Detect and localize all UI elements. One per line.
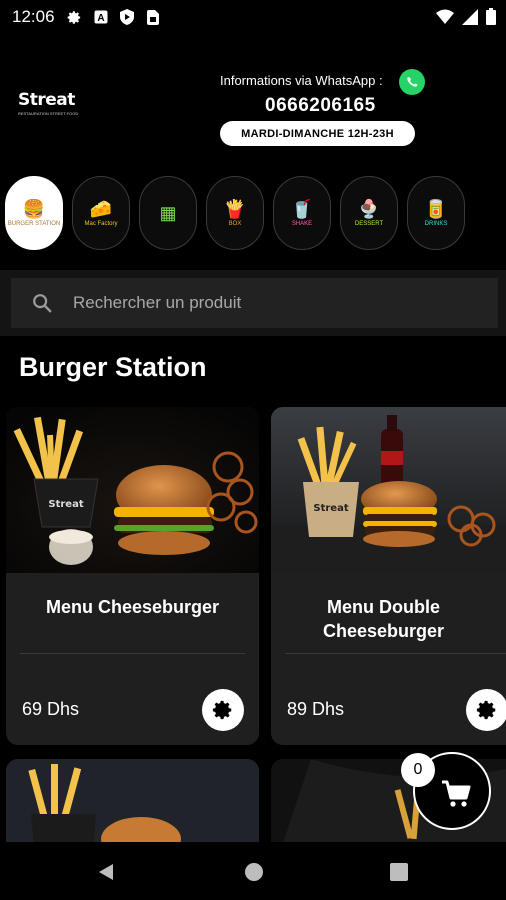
opening-hours-badge: MARDI-DIMANCHE 12H-23H: [220, 121, 415, 146]
burger-station-icon: 🍔: [22, 198, 46, 219]
a-notification-icon: A: [93, 9, 109, 25]
product-price: 89 Dhs: [287, 699, 345, 719]
fries-box-icon: 🍟: [223, 198, 247, 219]
category-carousel[interactable]: 🍔 BURGER STATION 🧀 Mac Factory ▦ 🍟 BOX 🥤…: [5, 176, 465, 251]
nachos-icon: ▦: [159, 203, 177, 223]
whatsapp-label: Informations via WhatsApp :: [220, 73, 383, 88]
milkshake-icon: 🥤: [290, 198, 314, 219]
back-icon[interactable]: [96, 862, 116, 882]
product-options-button[interactable]: [202, 689, 244, 731]
category-nachos[interactable]: ▦: [139, 176, 197, 250]
recents-icon[interactable]: [390, 863, 408, 881]
logo-subtitle: RESTAURATION STREET FOOD: [18, 111, 79, 116]
card-divider: [285, 653, 506, 654]
category-caption: BOX: [228, 220, 242, 227]
sim-card-icon: [145, 9, 161, 25]
product-photo: Streat: [6, 407, 259, 573]
svg-text:A: A: [97, 13, 104, 24]
status-icons-right: [436, 8, 496, 30]
card-divider: [20, 653, 245, 654]
category-box[interactable]: 🍟 BOX: [206, 176, 264, 250]
category-burger-station[interactable]: 🍔 BURGER STATION: [5, 176, 63, 250]
status-bar: 12:06 A: [0, 0, 506, 34]
category-shake[interactable]: 🥤 SHAKE: [273, 176, 331, 250]
cellular-signal-icon: [462, 8, 478, 30]
dessert-cup-icon: 🍨: [357, 198, 381, 219]
brand-logo[interactable]: Streat RESTAURATION STREET FOOD: [18, 90, 100, 124]
product-options-button[interactable]: [466, 689, 506, 731]
phone-number[interactable]: 0666206165: [265, 95, 376, 117]
status-time: 12:06: [12, 7, 55, 26]
search-input[interactable]: [71, 292, 475, 314]
product-card[interactable]: Streat Menu Double Cheeseburger 89 Dhs: [271, 407, 506, 745]
gear-icon: [476, 699, 498, 721]
product-photo: Streat: [271, 407, 506, 573]
product-card[interactable]: Streat Menu Cheeseburger 69 Dhs: [6, 407, 259, 745]
gear-icon: [212, 699, 234, 721]
category-drinks[interactable]: 🥫 DRINKS: [407, 176, 465, 250]
category-dessert[interactable]: 🍨 DESSERT: [340, 176, 398, 250]
category-caption: Mac Factory: [84, 220, 118, 227]
cart-count-badge: 0: [401, 753, 435, 787]
section-title: Burger Station: [19, 352, 207, 382]
category-caption: BURGER STATION: [7, 220, 61, 227]
logo-text: Streat: [18, 90, 75, 110]
category-caption: SHAKE: [291, 220, 313, 227]
search-bar[interactable]: [11, 278, 498, 328]
drink-can-icon: 🥫: [424, 198, 448, 219]
category-caption: DESSERT: [354, 220, 384, 227]
svg-text:Streat: Streat: [313, 503, 348, 514]
mac-factory-icon: 🧀: [89, 198, 113, 219]
whatsapp-icon[interactable]: [399, 69, 425, 95]
category-mac-factory[interactable]: 🧀 Mac Factory: [72, 176, 130, 250]
home-icon[interactable]: [244, 862, 264, 882]
header: Streat RESTAURATION STREET FOOD Informat…: [0, 60, 506, 160]
system-navigation-bar: [0, 842, 506, 900]
product-name: Menu Double Cheeseburger: [322, 597, 445, 641]
category-caption: DRINKS: [424, 220, 448, 227]
svg-text:Streat: Streat: [48, 499, 83, 510]
shopping-cart-icon: [440, 779, 472, 809]
battery-icon: [486, 8, 496, 30]
gear-icon: [67, 9, 83, 25]
product-name: Menu Cheeseburger: [45, 597, 220, 617]
shield-play-icon: [119, 9, 135, 25]
status-icons-left: A: [67, 9, 161, 25]
product-price: 69 Dhs: [22, 699, 80, 719]
search-icon: [31, 292, 53, 314]
wifi-icon: [436, 9, 454, 29]
